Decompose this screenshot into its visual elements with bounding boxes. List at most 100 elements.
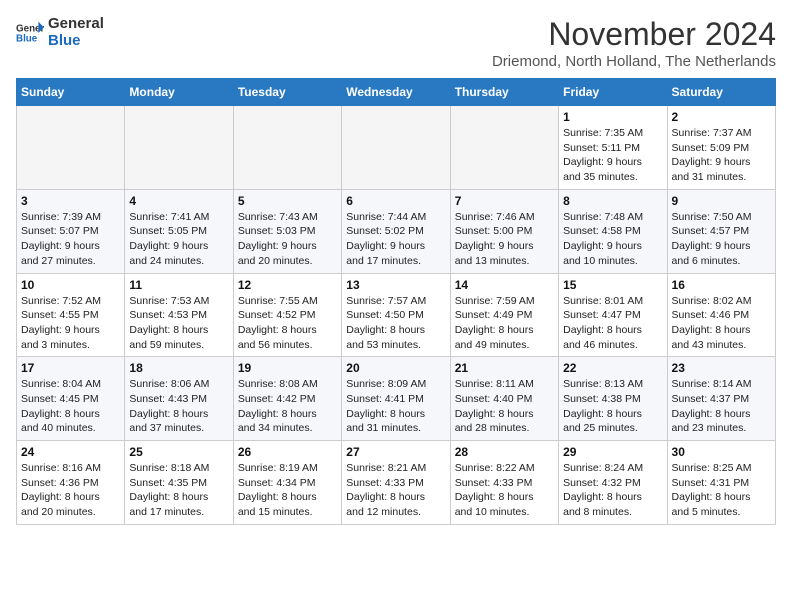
logo-text-line1: General [48,16,104,33]
day-info: Sunrise: 7:55 AM Sunset: 4:52 PM Dayligh… [238,294,337,353]
header: General Blue General Blue November 2024 … [16,16,776,70]
day-number: 24 [21,445,120,459]
cell-week1-day4 [450,106,558,190]
day-number: 28 [455,445,554,459]
cell-week4-day4: 21Sunrise: 8:11 AM Sunset: 4:40 PM Dayli… [450,357,558,441]
cell-week2-day6: 9Sunrise: 7:50 AM Sunset: 4:57 PM Daylig… [667,189,775,273]
day-number: 30 [672,445,771,459]
day-info: Sunrise: 8:18 AM Sunset: 4:35 PM Dayligh… [129,461,228,520]
day-info: Sunrise: 8:14 AM Sunset: 4:37 PM Dayligh… [672,377,771,436]
week-row-3: 10 Sunrise: 7:52 AM Sunset: 4:55 PM Dayli… [17,273,776,357]
cell-week3-day5: 15 Sunrise: 8:01 AM Sunset: 4:47 PM Dayli… [559,273,667,357]
cell-week1-day5: 1 Sunrise: 7:35 AM Sunset: 5:11 PM Daylig… [559,106,667,190]
day-info: Sunrise: 8:04 AM Sunset: 4:45 PM Dayligh… [21,377,120,436]
day-number: 18 [129,361,228,375]
day-info: Sunrise: 7:52 AM Sunset: 4:55 PM Dayligh… [21,294,120,353]
day-number: 20 [346,361,445,375]
day-info: Sunrise: 7:39 AM Sunset: 5:07 PM Dayligh… [21,210,120,269]
day-number: 5 [238,194,337,208]
cell-week5-day6: 30 Sunrise: 8:25 AM Sunset: 4:31 PM Dayli… [667,441,775,525]
day-number: 16 [672,278,771,292]
day-info: Sunrise: 8:25 AM Sunset: 4:31 PM Dayligh… [672,461,771,520]
day-number: 25 [129,445,228,459]
day-number: 2 [672,110,771,124]
cell-week3-day1: 11 Sunrise: 7:53 AM Sunset: 4:53 PM Dayli… [125,273,233,357]
cell-week1-day0 [17,106,125,190]
week-row-5: 24Sunrise: 8:16 AM Sunset: 4:36 PM Dayli… [17,441,776,525]
day-info: Sunrise: 7:43 AM Sunset: 5:03 PM Dayligh… [238,210,337,269]
cell-week5-day1: 25 Sunrise: 8:18 AM Sunset: 4:35 PM Dayli… [125,441,233,525]
cell-week3-day3: 13 Sunrise: 7:57 AM Sunset: 4:50 PM Dayli… [342,273,450,357]
cell-week3-day2: 12 Sunrise: 7:55 AM Sunset: 4:52 PM Dayli… [233,273,341,357]
day-info: Sunrise: 8:09 AM Sunset: 4:41 PM Dayligh… [346,377,445,436]
day-number: 10 [21,278,120,292]
day-number: 17 [21,361,120,375]
cell-week2-day2: 5 Sunrise: 7:43 AM Sunset: 5:03 PM Daylig… [233,189,341,273]
cell-week4-day3: 20 Sunrise: 8:09 AM Sunset: 4:41 PM Dayli… [342,357,450,441]
weekday-header-row: SundayMondayTuesdayWednesdayThursdayFrid… [17,79,776,106]
logo-text-line2: Blue [48,33,104,50]
day-info: Sunrise: 7:44 AM Sunset: 5:02 PM Dayligh… [346,210,445,269]
day-number: 12 [238,278,337,292]
day-number: 7 [455,194,554,208]
cell-week4-day1: 18 Sunrise: 8:06 AM Sunset: 4:43 PM Dayli… [125,357,233,441]
header-tuesday: Tuesday [233,79,341,106]
cell-week2-day5: 8Sunrise: 7:48 AM Sunset: 4:58 PM Daylig… [559,189,667,273]
day-info: Sunrise: 8:24 AM Sunset: 4:32 PM Dayligh… [563,461,662,520]
header-monday: Monday [125,79,233,106]
cell-week1-day2 [233,106,341,190]
cell-week1-day3 [342,106,450,190]
cell-week2-day4: 7 Sunrise: 7:46 AM Sunset: 5:00 PM Daylig… [450,189,558,273]
calendar-table: SundayMondayTuesdayWednesdayThursdayFrid… [16,78,776,525]
logo: General Blue General Blue [16,16,104,49]
day-number: 8 [563,194,662,208]
cell-week5-day0: 24Sunrise: 8:16 AM Sunset: 4:36 PM Dayli… [17,441,125,525]
cell-week5-day2: 26 Sunrise: 8:19 AM Sunset: 4:34 PM Dayli… [233,441,341,525]
cell-week1-day1 [125,106,233,190]
day-number: 26 [238,445,337,459]
cell-week3-day0: 10 Sunrise: 7:52 AM Sunset: 4:55 PM Dayli… [17,273,125,357]
header-sunday: Sunday [17,79,125,106]
day-number: 14 [455,278,554,292]
day-number: 11 [129,278,228,292]
day-info: Sunrise: 7:50 AM Sunset: 4:57 PM Dayligh… [672,210,771,269]
cell-week5-day3: 27 Sunrise: 8:21 AM Sunset: 4:33 PM Dayli… [342,441,450,525]
day-info: Sunrise: 7:59 AM Sunset: 4:49 PM Dayligh… [455,294,554,353]
day-info: Sunrise: 8:01 AM Sunset: 4:47 PM Dayligh… [563,294,662,353]
month-title: November 2024 [492,16,776,53]
day-number: 4 [129,194,228,208]
day-info: Sunrise: 7:37 AM Sunset: 5:09 PM Dayligh… [672,126,771,185]
cell-week4-day2: 19Sunrise: 8:08 AM Sunset: 4:42 PM Dayli… [233,357,341,441]
day-number: 19 [238,361,337,375]
day-info: Sunrise: 8:19 AM Sunset: 4:34 PM Dayligh… [238,461,337,520]
day-info: Sunrise: 8:13 AM Sunset: 4:38 PM Dayligh… [563,377,662,436]
day-number: 13 [346,278,445,292]
day-info: Sunrise: 7:35 AM Sunset: 5:11 PM Dayligh… [563,126,662,185]
day-number: 27 [346,445,445,459]
day-number: 21 [455,361,554,375]
cell-week2-day0: 3Sunrise: 7:39 AM Sunset: 5:07 PM Daylig… [17,189,125,273]
week-row-4: 17 Sunrise: 8:04 AM Sunset: 4:45 PM Dayli… [17,357,776,441]
header-saturday: Saturday [667,79,775,106]
day-info: Sunrise: 8:02 AM Sunset: 4:46 PM Dayligh… [672,294,771,353]
cell-week4-day0: 17 Sunrise: 8:04 AM Sunset: 4:45 PM Dayli… [17,357,125,441]
header-wednesday: Wednesday [342,79,450,106]
cell-week3-day4: 14 Sunrise: 7:59 AM Sunset: 4:49 PM Dayli… [450,273,558,357]
header-friday: Friday [559,79,667,106]
day-info: Sunrise: 7:41 AM Sunset: 5:05 PM Dayligh… [129,210,228,269]
week-row-2: 3Sunrise: 7:39 AM Sunset: 5:07 PM Daylig… [17,189,776,273]
svg-text:Blue: Blue [16,33,38,44]
day-number: 15 [563,278,662,292]
day-number: 6 [346,194,445,208]
cell-week2-day3: 6 Sunrise: 7:44 AM Sunset: 5:02 PM Daylig… [342,189,450,273]
day-info: Sunrise: 8:06 AM Sunset: 4:43 PM Dayligh… [129,377,228,436]
day-number: 22 [563,361,662,375]
day-info: Sunrise: 8:21 AM Sunset: 4:33 PM Dayligh… [346,461,445,520]
title-area: November 2024 Driemond, North Holland, T… [492,16,776,70]
day-number: 1 [563,110,662,124]
day-info: Sunrise: 7:53 AM Sunset: 4:53 PM Dayligh… [129,294,228,353]
day-info: Sunrise: 7:57 AM Sunset: 4:50 PM Dayligh… [346,294,445,353]
day-info: Sunrise: 7:46 AM Sunset: 5:00 PM Dayligh… [455,210,554,269]
day-info: Sunrise: 8:22 AM Sunset: 4:33 PM Dayligh… [455,461,554,520]
cell-week5-day4: 28 Sunrise: 8:22 AM Sunset: 4:33 PM Dayli… [450,441,558,525]
